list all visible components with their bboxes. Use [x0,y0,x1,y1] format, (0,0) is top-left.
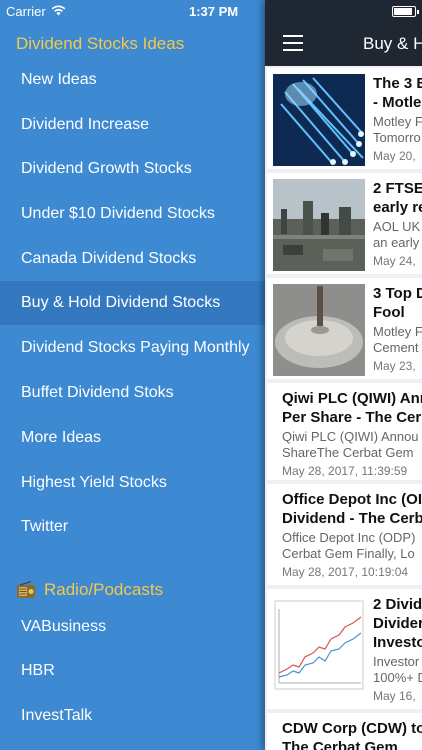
carrier-label: Carrier [6,4,46,19]
article-card[interactable]: Qiwi PLC (QIWI) Anr Per Share - The Cer … [267,383,422,480]
article-date: May 20, [373,149,416,163]
article-card[interactable]: 2 FTSE early re AOL UK an early May 24, [267,173,422,274]
article-card[interactable]: 3 Top D Fool Motley F Cement May 23, [267,278,422,379]
main-panel: Buy & H The 3 B - Motle Motley F Tomorro… [265,0,422,750]
clock: 1:37 PM [189,4,239,19]
article-title: Qiwi PLC (QIWI) Anr [282,390,422,407]
menu-item-buy-hold[interactable]: Buy & Hold Dividend Stocks [0,281,265,325]
article-title: Fool [373,304,405,321]
menu-item-new-ideas[interactable]: New Ideas [0,58,265,102]
article-snippet: Cement [373,340,419,355]
article-date: May 28, 2017, 11:39:59 [282,464,408,478]
article-snippet: an early [373,235,420,250]
article-snippet: Investor [373,654,420,669]
article-card[interactable]: Office Depot Inc (OI Dividend - The Cerb… [267,484,422,585]
article-date: May 16, [373,689,416,703]
menu-item-highest-yield[interactable]: Highest Yield Stocks [0,461,265,505]
article-card[interactable]: The 3 B - Motle Motley F Tomorro May 20, [267,68,422,169]
status-bar-left: Carrier 1:37 PM [0,0,265,22]
menu-item-under-10[interactable]: Under $10 Dividend Stocks [0,192,265,236]
menu-item-dividend-growth[interactable]: Dividend Growth Stocks [0,147,265,191]
article-snippet: AOL UK [373,219,421,234]
menu-item-hbr[interactable]: HBR [0,649,265,693]
article-title: Divider [373,615,422,632]
article-date: May 23, [373,359,416,373]
menu-item-twitter[interactable]: Twitter [0,505,265,549]
article-date: May 24, [373,254,416,268]
wifi-icon [51,5,66,16]
article-snippet: Qiwi PLC (QIWI) Annou [282,429,419,444]
article-title: The Cerbat Gem [282,739,398,750]
article-date: May 28, 2017, 10:19:04 [282,565,409,579]
article-title: 3 Top D [373,285,422,302]
article-snippet: Motley F [373,324,422,339]
menu-item-vabusiness[interactable]: VABusiness [0,605,265,649]
article-snippet: ShareThe Cerbat Gem [282,445,414,460]
menu-item-more-ideas[interactable]: More Ideas [0,416,265,460]
side-drawer: Carrier 1:37 PM Dividend Stocks Ideas Ne… [0,0,265,750]
article-title: The 3 B [373,75,422,92]
article-title: early re [373,199,422,216]
article-title: Dividend - The Cerb [282,510,422,527]
article-card[interactable]: 2 Divid Divider Investo Investor 100%+ D… [267,589,422,709]
article-title: Per Share - The Cer [282,409,422,426]
battery-icon [392,6,419,17]
article-snippet: Motley F [373,114,422,129]
drawer-title: Dividend Stocks Ideas [16,34,185,53]
article-title: - Motle [373,94,422,111]
article-snippet: 100%+ D [373,670,422,685]
menu-item-paying-monthly[interactable]: Dividend Stocks Paying Monthly [0,326,265,370]
section-label: Radio/Podcasts [44,580,164,599]
article-title: CDW Corp (CDW) to [282,720,422,737]
article-thumbnail [273,599,365,691]
article-title: 2 Divid [373,596,422,613]
article-title: 2 FTSE [373,180,422,197]
article-snippet: Cerbat Gem Finally, Lo [282,546,415,561]
nav-bar: Buy & H [265,0,422,66]
article-snippet: Tomorro [373,130,421,145]
menu-item-canada[interactable]: Canada Dividend Stocks [0,237,265,281]
menu-item-investtalk[interactable]: InvestTalk [0,694,265,738]
menu-item-buffet[interactable]: Buffet Dividend Stoks [0,371,265,415]
article-thumbnail [273,74,365,166]
radio-icon [17,581,35,598]
menu-item-dividend-increase[interactable]: Dividend Increase [0,103,265,147]
article-thumbnail [273,179,365,271]
hamburger-menu-button[interactable] [283,34,305,52]
article-card[interactable]: CDW Corp (CDW) to The Cerbat Gem [267,713,422,750]
article-thumbnail [273,284,365,376]
article-snippet: Office Depot Inc (ODP) [282,530,416,545]
article-title: Investo [373,634,422,651]
article-title: Office Depot Inc (OI [282,491,422,508]
nav-title: Buy & H [363,34,422,53]
